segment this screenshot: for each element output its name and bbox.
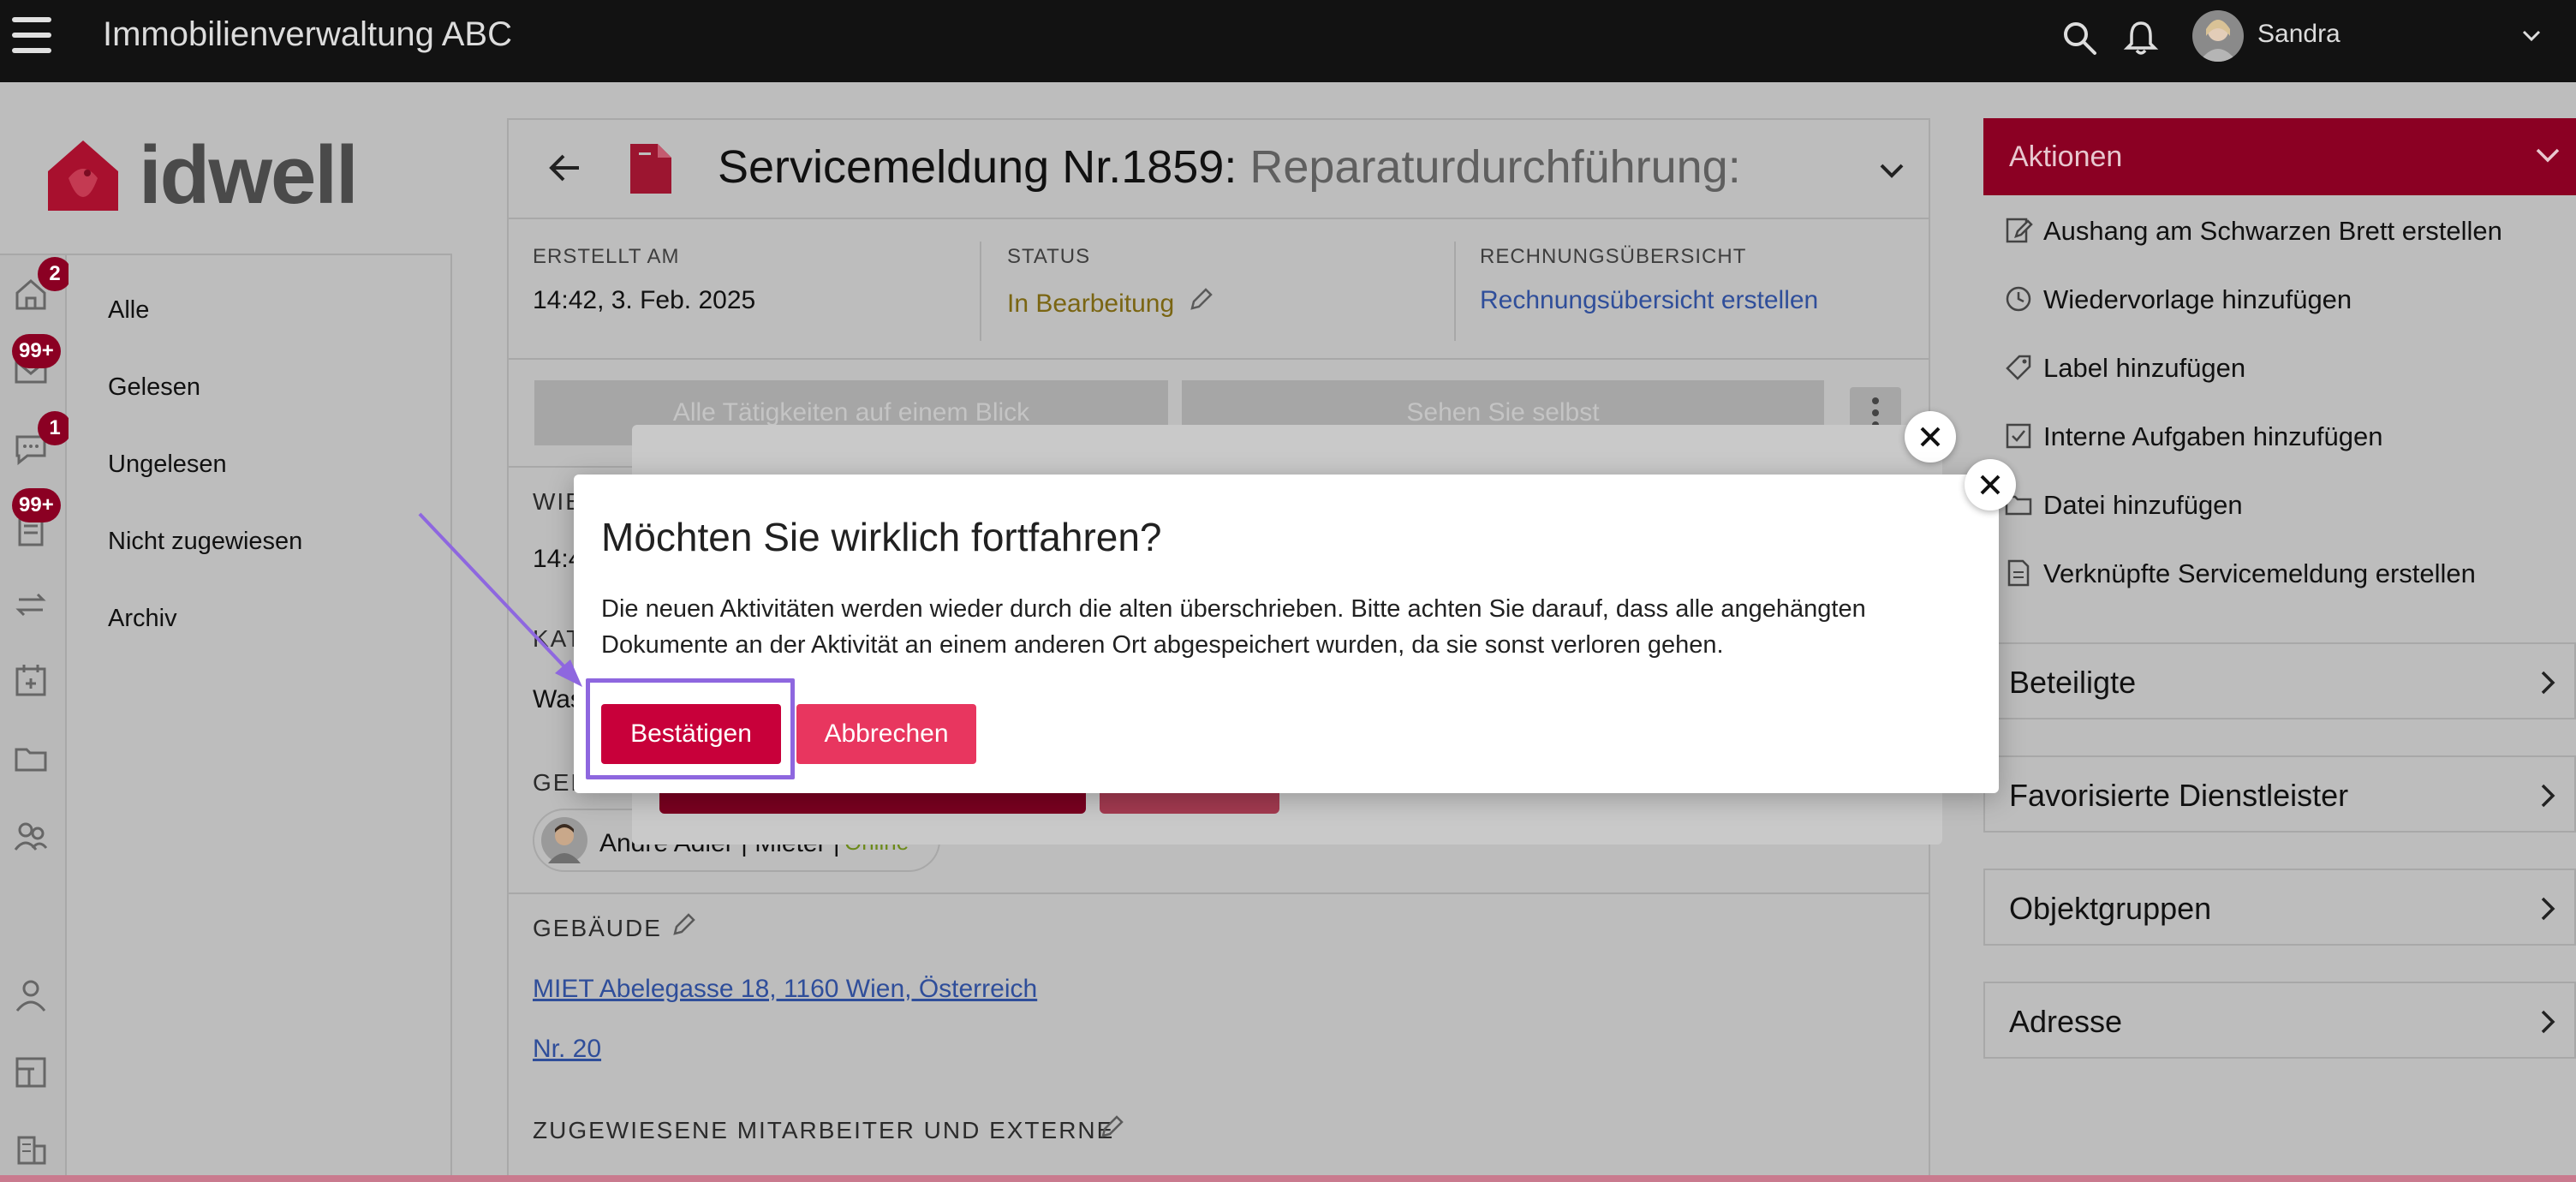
confirm-dialog-close-button[interactable]: [1965, 459, 2016, 510]
created-label: ERSTELLT AM: [533, 245, 680, 268]
bottom-accent-bar: [0, 1175, 2576, 1182]
collapse-chevron-icon[interactable]: [1879, 163, 1905, 180]
filter-unassigned[interactable]: Nicht zugewiesen: [108, 528, 302, 556]
divider: [509, 892, 1929, 894]
action-linked-report[interactable]: Verknüpfte Servicemeldung erstellen: [2043, 558, 2476, 589]
chevron-right-icon[interactable]: [2540, 783, 2557, 809]
unit-link[interactable]: Nr. 20: [533, 1035, 601, 1064]
chevron-down-icon[interactable]: [2535, 147, 2561, 164]
person-icon[interactable]: [12, 976, 50, 1014]
contact-avatar: [541, 817, 587, 863]
close-icon: [1980, 475, 2001, 495]
app-title: Immobilienverwaltung ABC: [103, 15, 512, 53]
close-icon: [1920, 427, 1941, 447]
icon-rail: [0, 255, 67, 1182]
confirm-highlight-box: [586, 678, 795, 779]
document-icon: [2007, 559, 2030, 587]
invoice-link[interactable]: Rechnungsübersicht erstellen: [1480, 286, 1818, 315]
ticket-title: Servicemeldung Nr.1859: Reparaturdurchfü…: [718, 141, 1741, 193]
panel-address-title: Adresse: [2009, 1004, 2123, 1039]
clock-icon: [2006, 286, 2031, 312]
edit-pencil-icon[interactable]: [1187, 286, 1214, 313]
checkbox-icon: [2006, 423, 2031, 449]
edit-pencil-icon[interactable]: [1098, 1113, 1125, 1141]
annotation-arrow-icon: [418, 512, 582, 687]
cancel-button[interactable]: Abbrechen: [796, 704, 976, 764]
notice-edit-icon: [2006, 218, 2033, 243]
chevron-right-icon[interactable]: [2540, 670, 2557, 695]
action-internal-tasks[interactable]: Interne Aufgaben hinzufügen: [2043, 421, 2382, 452]
back-arrow-icon[interactable]: [548, 152, 582, 183]
chevron-right-icon[interactable]: [2540, 896, 2557, 922]
status-label: STATUS: [1007, 245, 1091, 268]
folder-icon[interactable]: [12, 740, 50, 778]
background-dialog-close-button[interactable]: [1905, 411, 1956, 463]
hamburger-menu-icon[interactable]: [12, 17, 55, 57]
divider: [509, 218, 1929, 219]
action-notice-board[interactable]: Aushang am Schwarzen Brett erstellen: [2043, 216, 2502, 247]
filter-all[interactable]: Alle: [108, 296, 149, 325]
divider: [980, 242, 981, 341]
action-add-label[interactable]: Label hinzufügen: [2043, 353, 2245, 384]
dialog-message-line: Die neuen Aktivitäten werden wieder durc…: [601, 595, 1866, 623]
invoice-label: RECHNUNGSÜBERSICHT: [1480, 245, 1747, 268]
panel-object-groups-title: Objektgruppen: [2009, 891, 2212, 926]
search-icon[interactable]: [2060, 19, 2098, 57]
panel-participants-title: Beteiligte: [2009, 665, 2137, 700]
status-value: In Bearbeitung: [1007, 290, 1175, 318]
created-value: 14:42, 3. Feb. 2025: [533, 286, 756, 314]
user-avatar[interactable]: [2192, 10, 2244, 62]
chat-badge: 1: [38, 411, 72, 445]
actions-title: Aktionen: [2009, 140, 2123, 173]
panel-favorite-providers-title: Favorisierte Dienstleister: [2009, 778, 2349, 813]
user-name[interactable]: Sandra: [2257, 20, 2340, 49]
dialog-title: Möchten Sie wirklich fortfahren?: [601, 515, 1162, 559]
tag-icon: [2006, 355, 2031, 380]
idwell-house-logo-icon: [48, 140, 118, 211]
tasks-badge: 99+: [12, 488, 61, 522]
bell-icon[interactable]: [2122, 19, 2160, 57]
filter-read[interactable]: Gelesen: [108, 373, 200, 402]
divider: [1454, 242, 1456, 341]
mail-badge: 99+: [12, 334, 61, 368]
chevron-right-icon[interactable]: [2540, 1009, 2557, 1035]
edit-pencil-icon[interactable]: [670, 911, 697, 939]
chevron-down-icon[interactable]: [2521, 29, 2542, 43]
people-group-icon[interactable]: [12, 817, 50, 855]
building-icon[interactable]: [12, 1131, 50, 1168]
assigned-label: ZUGEWIESENE MITARBEITER UND EXTERNE: [533, 1117, 1115, 1143]
action-add-file[interactable]: Datei hinzufügen: [2043, 490, 2243, 521]
filter-archive[interactable]: Archiv: [108, 605, 177, 633]
divider: [509, 358, 1929, 360]
home-badge: 2: [38, 257, 72, 291]
floorplan-icon[interactable]: [12, 1054, 50, 1091]
building-address-link[interactable]: MIET Abelegasse 18, 1160 Wien, Österreic…: [533, 975, 1037, 1004]
calendar-icon[interactable]: [12, 661, 50, 699]
dialog-message: Die neuen Aktivitäten werden wieder durc…: [601, 591, 1954, 663]
transfer-icon[interactable]: [12, 586, 50, 624]
brand-logo-text: idwell: [139, 129, 359, 221]
building-label: GEBÄUDE: [533, 915, 662, 941]
action-follow-up[interactable]: Wiedervorlage hinzufügen: [2043, 284, 2352, 315]
filter-unread[interactable]: Ungelesen: [108, 451, 227, 479]
document-icon: [630, 144, 671, 194]
dialog-message-line: Dokumente an der Aktivität an einem ande…: [601, 631, 1724, 659]
